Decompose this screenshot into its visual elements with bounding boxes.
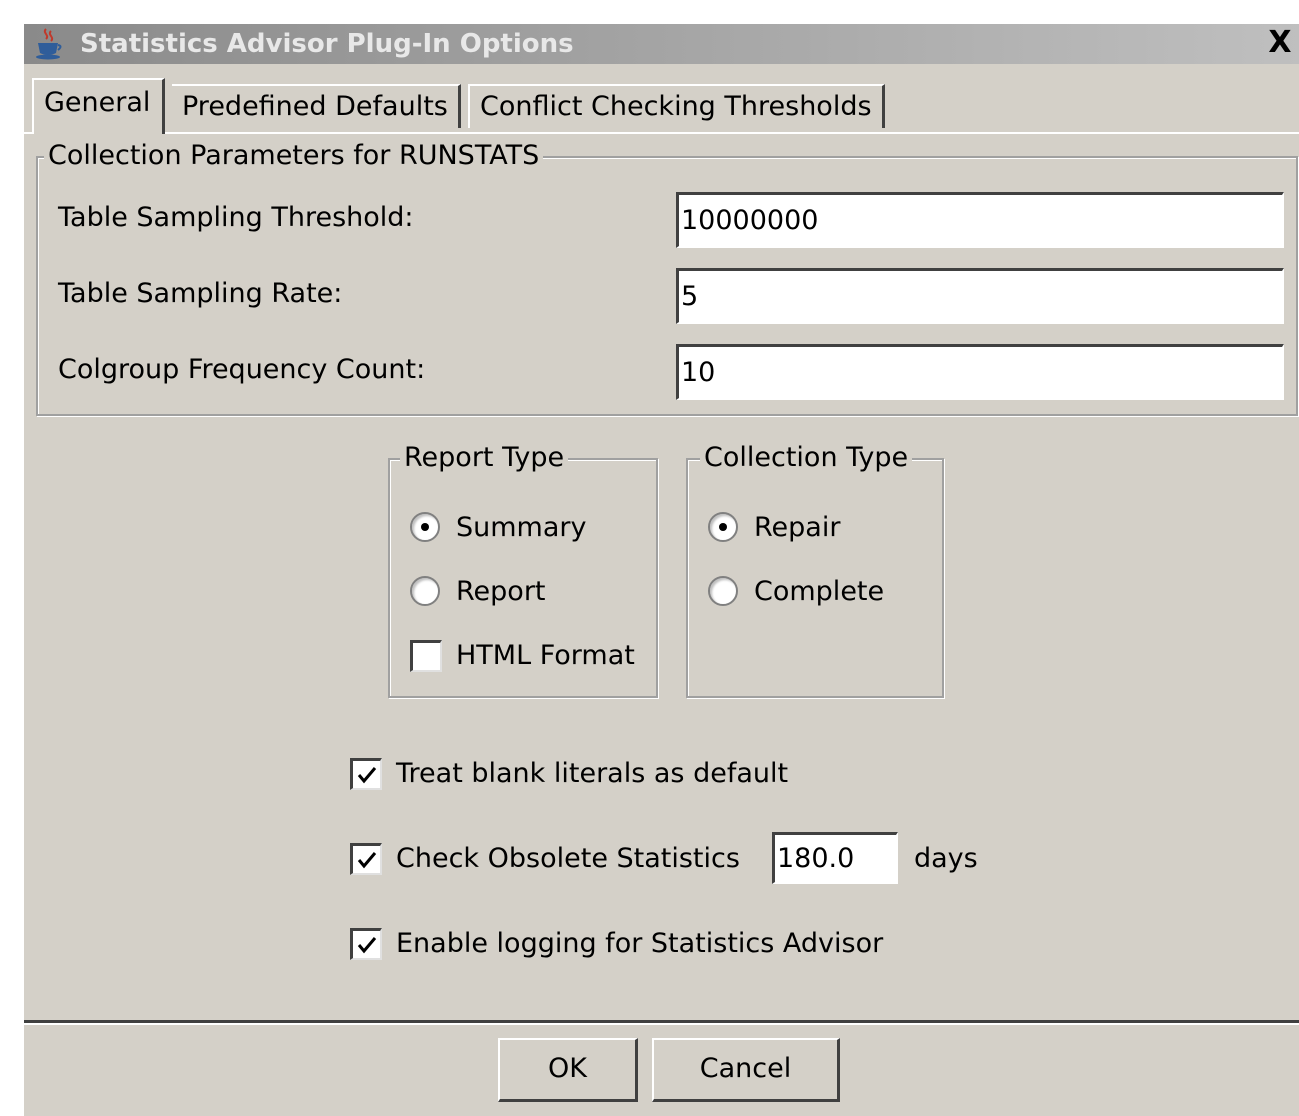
treat-blank-literals-checkbox[interactable]: Treat blank literals as default (350, 754, 820, 794)
tab-conflict-checking-thresholds[interactable]: Conflict Checking Thresholds (468, 84, 885, 128)
complete-label: Complete (754, 576, 885, 607)
radio-selected-icon (410, 512, 440, 542)
check-icon (357, 937, 377, 954)
cancel-button[interactable]: Cancel (652, 1038, 840, 1102)
checkbox-checked-icon (350, 928, 382, 960)
table-sampling-threshold-label: Table Sampling Threshold: (58, 202, 414, 233)
check-icon (357, 767, 377, 784)
tab-panel-border (24, 132, 1299, 134)
radio-repair[interactable]: Repair (708, 508, 928, 548)
days-unit-label: days (914, 843, 978, 874)
collection-type-title: Collection Type (700, 440, 913, 476)
colgroup-frequency-count-label: Colgroup Frequency Count: (58, 354, 426, 385)
checkbox-checked-icon (350, 843, 382, 875)
html-format-label: HTML Format (456, 640, 635, 671)
tab-general[interactable]: General (32, 78, 166, 134)
enable-logging-checkbox[interactable]: Enable logging for Statistics Advisor (350, 924, 910, 964)
table-sampling-rate-input[interactable] (676, 268, 1284, 324)
report-type-group: Report Type Summary Report HTML Format (388, 440, 658, 698)
radio-unselected-icon (708, 576, 738, 606)
summary-label: Summary (456, 512, 587, 543)
button-bar-divider (24, 1020, 1299, 1025)
radio-selected-icon (708, 512, 738, 542)
ok-button[interactable]: OK (498, 1038, 638, 1102)
treat-blank-literals-label: Treat blank literals as default (396, 758, 789, 789)
table-sampling-threshold-input[interactable] (676, 192, 1284, 248)
obsolete-days-input[interactable] (772, 832, 898, 884)
radio-complete[interactable]: Complete (708, 572, 928, 612)
check-obsolete-statistics-checkbox[interactable]: Check Obsolete Statistics (350, 839, 750, 879)
check-obsolete-statistics-label: Check Obsolete Statistics (396, 843, 740, 874)
repair-label: Repair (754, 512, 841, 543)
radio-report[interactable]: Report (410, 572, 650, 612)
radio-unselected-icon (410, 576, 440, 606)
window-title: Statistics Advisor Plug-In Options (80, 29, 574, 59)
tab-predefined-defaults[interactable]: Predefined Defaults (172, 84, 461, 128)
radio-summary[interactable]: Summary (410, 508, 650, 548)
checkbox-checked-icon (350, 758, 382, 790)
collection-type-group: Collection Type Repair Complete (686, 440, 944, 698)
enable-logging-label: Enable logging for Statistics Advisor (396, 928, 884, 959)
runstats-parameters-group: Collection Parameters for RUNSTATS Table… (36, 138, 1298, 416)
report-type-title: Report Type (400, 440, 569, 476)
colgroup-frequency-count-input[interactable] (676, 344, 1284, 400)
options-dialog: Statistics Advisor Plug-In Options X Gen… (22, 24, 1299, 1116)
checkbox-unchecked-icon (410, 640, 442, 672)
close-button[interactable]: X (1263, 26, 1297, 60)
table-sampling-rate-label: Table Sampling Rate: (58, 278, 343, 309)
check-icon (357, 852, 377, 869)
report-label: Report (456, 576, 546, 607)
html-format-checkbox[interactable]: HTML Format (410, 636, 650, 676)
title-bar: Statistics Advisor Plug-In Options X (24, 24, 1299, 64)
runstats-group-title: Collection Parameters for RUNSTATS (44, 138, 544, 174)
java-cup-icon (34, 27, 64, 61)
